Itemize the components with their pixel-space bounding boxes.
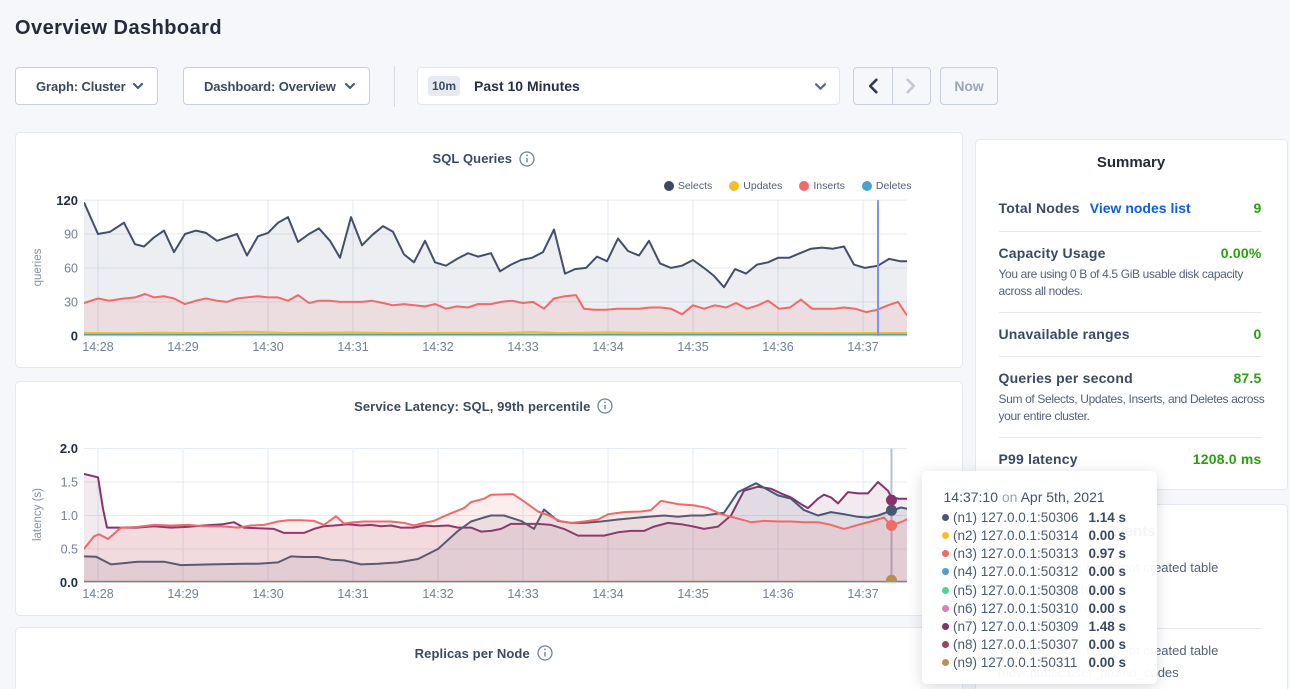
svg-text:1.5: 1.5 <box>61 475 78 489</box>
svg-text:2.0: 2.0 <box>60 441 78 456</box>
svg-text:120: 120 <box>56 192 78 207</box>
svg-text:14:31: 14:31 <box>337 587 368 601</box>
svg-text:14:31: 14:31 <box>337 340 368 354</box>
svg-text:14:37: 14:37 <box>847 340 878 354</box>
svg-text:14:32: 14:32 <box>422 587 453 601</box>
svg-text:14:35: 14:35 <box>677 587 708 601</box>
svg-text:14:34: 14:34 <box>592 587 623 601</box>
svg-text:1.0: 1.0 <box>61 509 78 523</box>
svg-text:14:35: 14:35 <box>677 340 708 354</box>
svg-text:60: 60 <box>64 261 78 275</box>
svg-text:14:28: 14:28 <box>82 587 113 601</box>
svg-text:14:28: 14:28 <box>82 340 113 354</box>
svg-text:14:34: 14:34 <box>592 340 623 354</box>
svg-text:14:29: 14:29 <box>167 340 198 354</box>
svg-text:14:36: 14:36 <box>762 587 793 601</box>
svg-text:0.0: 0.0 <box>60 575 78 590</box>
svg-text:14:30: 14:30 <box>252 587 283 601</box>
svg-text:14:32: 14:32 <box>422 340 453 354</box>
svg-text:14:36: 14:36 <box>762 340 793 354</box>
svg-text:0: 0 <box>71 328 78 343</box>
svg-text:90: 90 <box>64 227 78 241</box>
svg-text:latency (s): latency (s) <box>32 487 44 540</box>
svg-text:14:30: 14:30 <box>252 340 283 354</box>
svg-text:14:29: 14:29 <box>167 587 198 601</box>
svg-text:14:33: 14:33 <box>507 340 538 354</box>
svg-text:14:33: 14:33 <box>507 587 538 601</box>
svg-text:0.5: 0.5 <box>61 542 78 556</box>
svg-text:30: 30 <box>64 295 78 309</box>
svg-text:queries: queries <box>32 248 44 286</box>
svg-text:14:37: 14:37 <box>847 587 878 601</box>
